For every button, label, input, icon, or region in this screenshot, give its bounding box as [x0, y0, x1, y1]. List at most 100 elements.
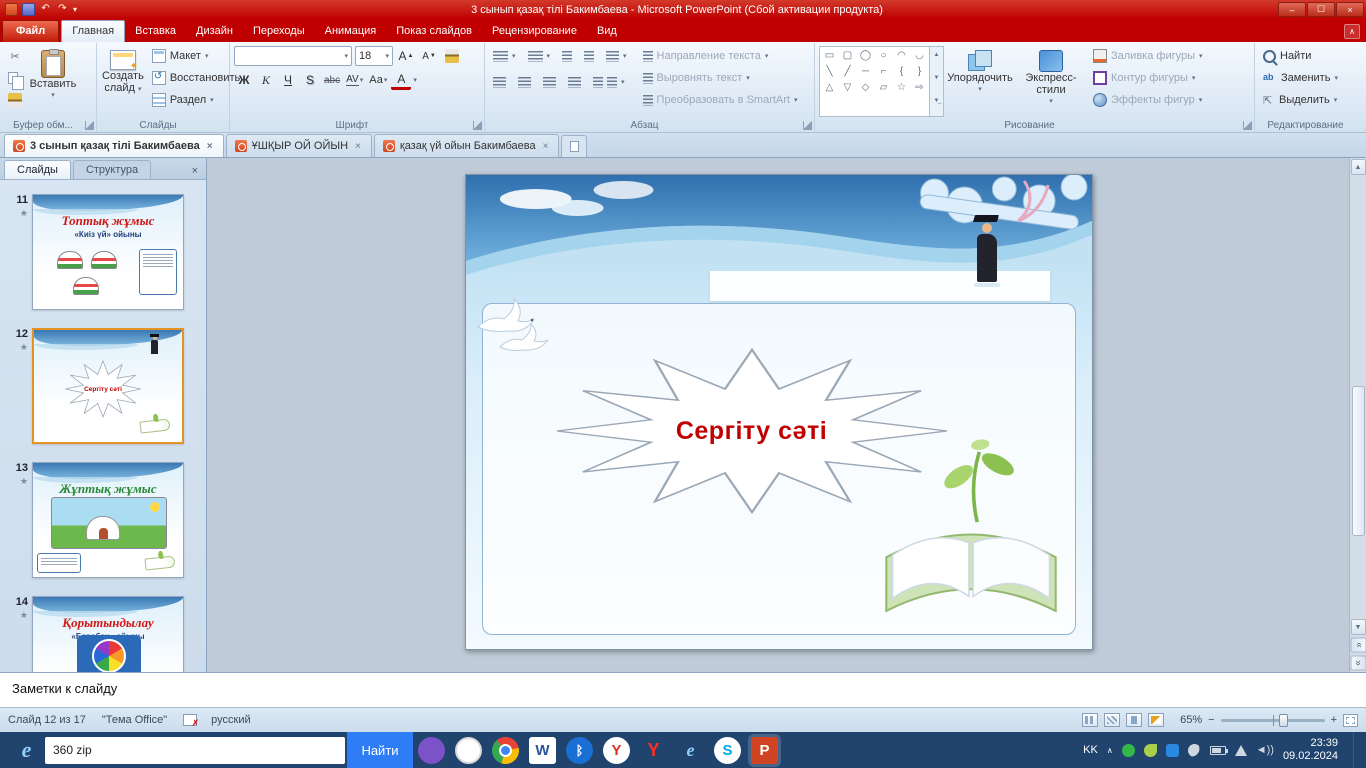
- document-tab-3[interactable]: қазақ үй ойын Бакимбаева ×: [374, 134, 560, 157]
- decrease-indent-button[interactable]: [558, 46, 576, 66]
- find-button[interactable]: Найти: [1259, 46, 1362, 66]
- scroll-down-icon[interactable]: ▼: [1351, 619, 1366, 635]
- shape-icon[interactable]: ⌐: [875, 64, 892, 79]
- shape-effects-button[interactable]: Эффекты фигур▾: [1089, 90, 1207, 110]
- zoom-slider-thumb[interactable]: [1279, 714, 1288, 727]
- shape-fill-button[interactable]: Заливка фигуры▾: [1089, 46, 1207, 66]
- yandex-icon[interactable]: Y: [640, 737, 667, 764]
- network-icon[interactable]: [1235, 745, 1247, 756]
- text-shadow-button[interactable]: S: [300, 70, 320, 90]
- replace-button[interactable]: abЗаменить▾: [1259, 68, 1362, 88]
- character-spacing-button[interactable]: AV▾: [344, 70, 365, 90]
- close-tab-icon[interactable]: ×: [353, 141, 363, 152]
- slideshow-view-icon[interactable]: [1148, 713, 1164, 727]
- clock[interactable]: 23:39 09.02.2024: [1283, 737, 1344, 763]
- font-size-combo[interactable]: 18▾: [355, 46, 393, 66]
- align-left-button[interactable]: [489, 72, 510, 92]
- dialog-launcher-icon[interactable]: [1243, 121, 1252, 130]
- convert-smartart-button[interactable]: Преобразовать в SmartArt▾: [639, 90, 802, 110]
- text-direction-button[interactable]: Направление текста▾: [639, 46, 802, 66]
- zoom-slider[interactable]: [1221, 719, 1325, 722]
- line-spacing-button[interactable]: ▾: [602, 46, 631, 66]
- tab-slideshow[interactable]: Показ слайдов: [386, 21, 482, 42]
- close-tab-icon[interactable]: ×: [541, 141, 551, 152]
- shape-icon[interactable]: {: [893, 64, 910, 79]
- show-hidden-icons-chevron[interactable]: ∧: [1107, 746, 1113, 755]
- cloud-tray-icon[interactable]: [1166, 744, 1179, 757]
- fit-to-window-icon[interactable]: [1343, 714, 1358, 727]
- keyboard-language[interactable]: KK: [1083, 744, 1098, 756]
- shape-icon[interactable]: ▢: [839, 48, 856, 63]
- play-animations-icon[interactable]: ★: [20, 208, 28, 219]
- skype-icon[interactable]: S: [714, 737, 741, 764]
- close-panel-icon[interactable]: ×: [188, 163, 202, 179]
- word-icon[interactable]: W: [529, 737, 556, 764]
- shape-icon[interactable]: ▽: [839, 80, 856, 95]
- tab-transitions[interactable]: Переходы: [243, 21, 315, 42]
- shapes-gallery[interactable]: ▭ ▢ ◯ ○ ◠ ◡ ╲ ╱ ─ ⌐ { } △ ▽ ◇: [819, 46, 930, 117]
- show-desktop-button[interactable]: [1353, 732, 1358, 768]
- align-text-button[interactable]: Выровнять текст▾: [639, 68, 802, 88]
- theme-name[interactable]: "Тема Office": [102, 714, 167, 726]
- slide-editor-area[interactable]: Сергіту сәті ▲ ▼ « «: [207, 158, 1366, 672]
- internet-explorer-icon[interactable]: e: [13, 737, 40, 764]
- justify-button[interactable]: [564, 72, 585, 92]
- shrink-font-button[interactable]: А▼: [419, 46, 439, 66]
- slide-sorter-view-icon[interactable]: [1104, 713, 1120, 727]
- reading-view-icon[interactable]: [1126, 713, 1142, 727]
- shape-outline-button[interactable]: Контур фигуры▾: [1089, 68, 1207, 88]
- dialog-launcher-icon[interactable]: [85, 121, 94, 130]
- white-circle-app-icon[interactable]: [455, 737, 482, 764]
- slide-thumb-13[interactable]: 13★ Жұптық жұмыс «Киіз үй іші» ойыны: [6, 462, 206, 578]
- document-tab-2[interactable]: ҰШҚЫР ОЙ ОЙЫН ×: [226, 134, 372, 157]
- close-button[interactable]: ×: [1336, 2, 1364, 17]
- play-animations-icon[interactable]: ★: [20, 476, 28, 487]
- scrollbar-thumb[interactable]: [1352, 386, 1365, 536]
- italic-button[interactable]: К: [256, 70, 276, 90]
- close-tab-icon[interactable]: ×: [205, 141, 215, 152]
- clear-formatting-button[interactable]: [442, 46, 462, 66]
- dialog-launcher-icon[interactable]: [473, 121, 482, 130]
- strikethrough-button[interactable]: abc: [322, 70, 342, 90]
- gallery-more-icon[interactable]: ▼̲: [930, 93, 943, 116]
- chrome-icon[interactable]: [492, 737, 519, 764]
- increase-indent-button[interactable]: [580, 46, 598, 66]
- shape-icon[interactable]: }: [911, 64, 928, 79]
- bold-button[interactable]: Ж: [234, 70, 254, 90]
- new-document-tab[interactable]: [561, 135, 587, 157]
- shape-icon[interactable]: ▱: [875, 80, 892, 95]
- panel-tab-slides[interactable]: Слайды: [4, 160, 71, 179]
- shape-icon[interactable]: ☆: [893, 80, 910, 95]
- font-color-button[interactable]: А: [391, 70, 411, 90]
- vertical-scrollbar[interactable]: ▲ ▼ « «: [1349, 158, 1366, 672]
- shape-icon[interactable]: ╱: [839, 64, 856, 79]
- zoom-level[interactable]: 65%: [1180, 714, 1202, 726]
- undo-icon[interactable]: ↶: [39, 3, 52, 16]
- battery-icon[interactable]: [1210, 746, 1226, 755]
- redo-icon[interactable]: ↷: [56, 3, 69, 16]
- shape-icon[interactable]: ╲: [821, 64, 838, 79]
- font-name-combo[interactable]: ▾: [234, 46, 352, 66]
- spellcheck-icon[interactable]: [183, 714, 197, 726]
- grow-font-button[interactable]: А▲: [396, 46, 416, 66]
- gallery-up-icon[interactable]: ▲: [930, 47, 943, 70]
- language-indicator[interactable]: русский: [211, 714, 250, 726]
- shape-icon[interactable]: ◇: [857, 80, 874, 95]
- dialog-launcher-icon[interactable]: [803, 121, 812, 130]
- change-case-button[interactable]: Аа▾: [367, 70, 389, 90]
- tab-design[interactable]: Дизайн: [186, 21, 243, 42]
- numbering-button[interactable]: ▾: [524, 46, 555, 66]
- underline-button[interactable]: Ч: [278, 70, 298, 90]
- align-right-button[interactable]: [539, 72, 560, 92]
- shape-icon[interactable]: ◡: [911, 48, 928, 63]
- play-animations-icon[interactable]: ★: [20, 610, 28, 621]
- moon-tray-icon[interactable]: [1188, 744, 1201, 757]
- antivirus-tray-icon[interactable]: [1122, 744, 1135, 757]
- tab-animations[interactable]: Анимация: [315, 21, 387, 42]
- bullets-button[interactable]: ▾: [489, 46, 520, 66]
- minimize-button[interactable]: –: [1278, 2, 1306, 17]
- shape-icon[interactable]: ◯: [857, 48, 874, 63]
- cut-button[interactable]: ✂: [4, 46, 24, 66]
- select-button[interactable]: ⇱Выделить▾: [1259, 90, 1362, 110]
- tab-home[interactable]: Главная: [61, 20, 125, 42]
